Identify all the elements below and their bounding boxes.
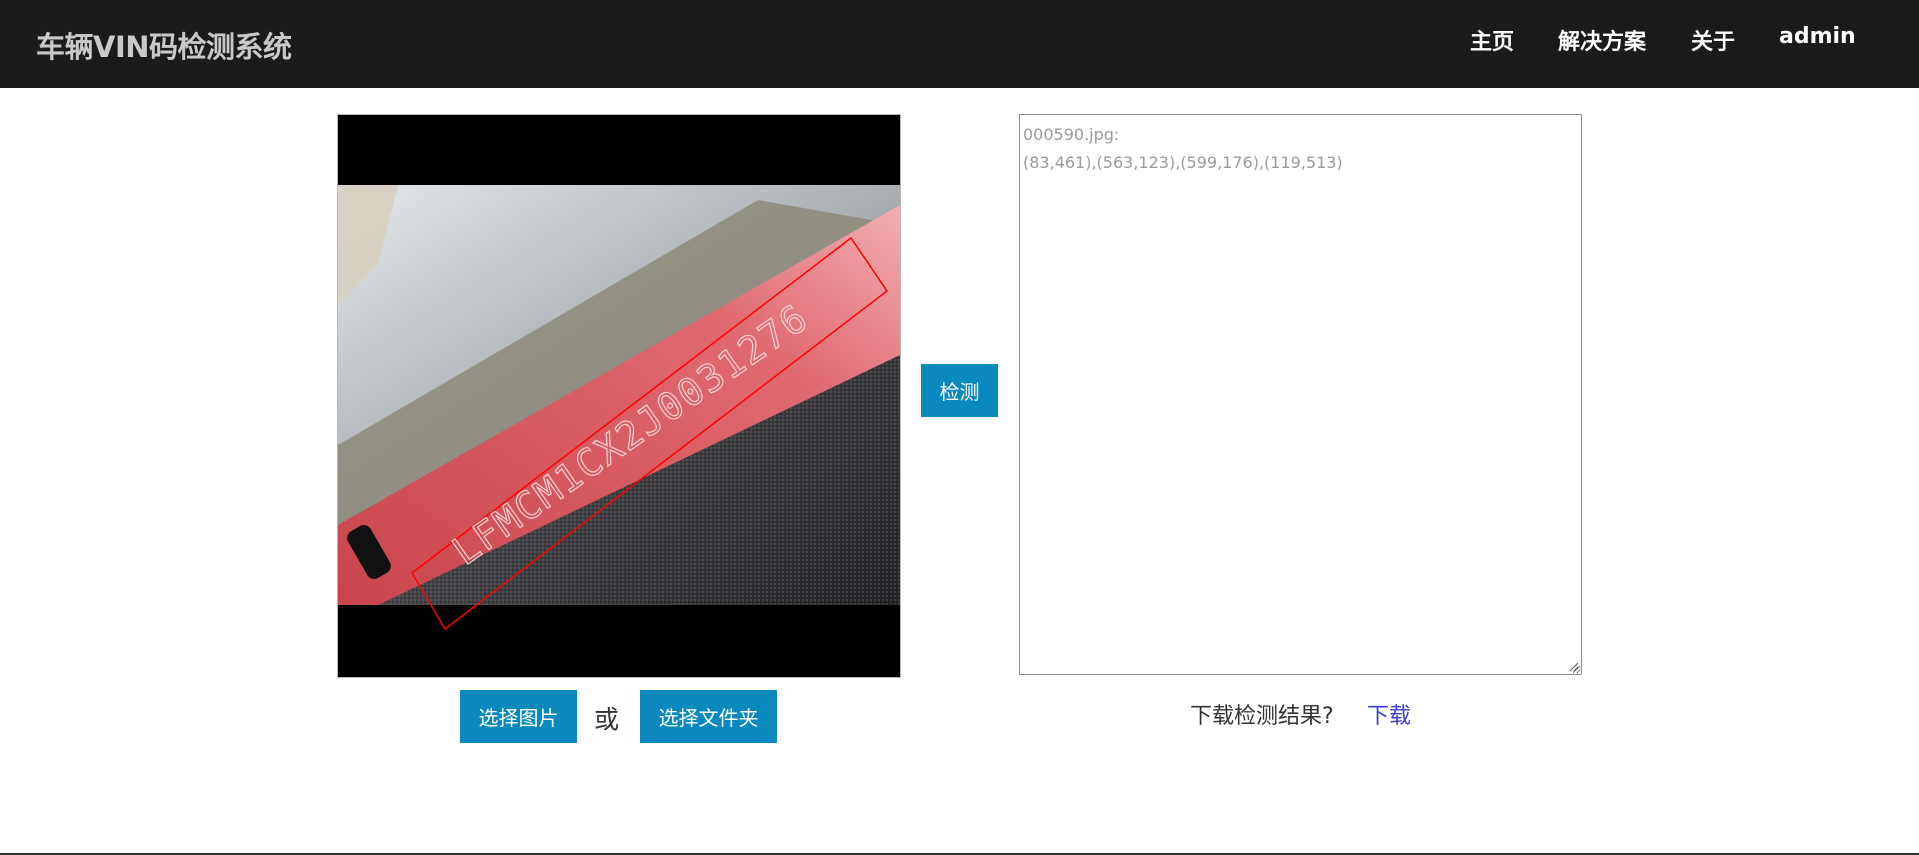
- result-filename: 000590.jpg:: [1023, 125, 1120, 144]
- or-label: 或: [594, 705, 620, 734]
- resize-grip-icon[interactable]: [1568, 661, 1578, 671]
- vin-plate-photo: LFMCM1CX2J0031276: [338, 115, 900, 677]
- result-textarea[interactable]: 000590.jpg: (83,461),(563,123),(599,176)…: [1019, 114, 1582, 675]
- navbar: 车辆VIN码检测系统 主页 解决方案 关于 admin: [0, 0, 1919, 88]
- nav-home[interactable]: 主页: [1470, 24, 1514, 56]
- select-image-button[interactable]: 选择图片: [460, 690, 577, 743]
- brand-title[interactable]: 车辆VIN码检测系统: [36, 24, 292, 66]
- nav-user-admin[interactable]: admin: [1779, 24, 1856, 49]
- photo-content: LFMCM1CX2J0031276: [338, 185, 900, 631]
- nav-about[interactable]: 关于: [1691, 24, 1735, 56]
- image-preview: LFMCM1CX2J0031276: [337, 114, 901, 678]
- result-coordinates: (83,461),(563,123),(599,176),(119,513): [1023, 153, 1343, 172]
- download-prompt: 下载检测结果?: [1190, 704, 1334, 729]
- download-link[interactable]: 下载: [1367, 698, 1411, 730]
- nav-solutions[interactable]: 解决方案: [1558, 24, 1646, 56]
- select-folder-button[interactable]: 选择文件夹: [640, 690, 777, 743]
- detect-button[interactable]: 检测: [921, 364, 998, 417]
